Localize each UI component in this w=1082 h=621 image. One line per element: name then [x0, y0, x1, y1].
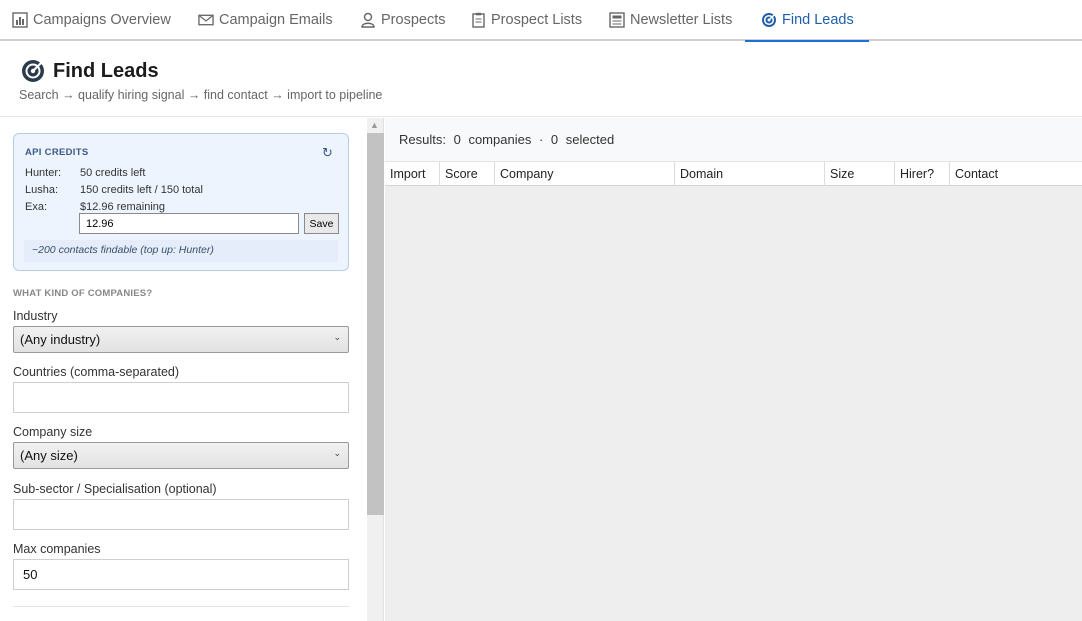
clipboard-icon [470, 12, 486, 28]
selected-count: 0 [550, 132, 559, 147]
section-heading: WHAT KIND OF COMPANIES? [13, 288, 153, 299]
refresh-icon[interactable]: ↻ [322, 145, 333, 161]
chevron-down-icon: ⌄ [333, 448, 341, 458]
tab-label: Find Leads [782, 12, 854, 28]
credits-title: API CREDITS [25, 147, 89, 158]
company-size-select[interactable]: (Any size) ⌄ [13, 442, 349, 469]
results-summary: Results: 0 companies · 0 selected [399, 132, 615, 147]
companies-count: 0 [453, 132, 461, 147]
envelope-icon [198, 12, 214, 28]
scroll-up-icon[interactable]: ▲ [370, 120, 379, 130]
subsector-label: Sub-sector / Specialisation (optional) [13, 482, 217, 496]
company-size-label: Company size [13, 425, 93, 439]
tab-label: Prospect Lists [491, 12, 583, 28]
column-header-domain[interactable]: Domain [675, 162, 825, 186]
tab-newsletter-lists[interactable]: Newsletter Lists [609, 0, 732, 40]
page-header: Find Leads Search → qualify hiring signa… [0, 42, 1082, 117]
bar-chart-icon [12, 12, 28, 28]
findable-note: ~200 contacts findable (top up: Hunter) [24, 240, 338, 262]
save-button[interactable]: Save [304, 213, 339, 234]
scroll-thumb[interactable] [367, 133, 384, 515]
column-header-hirer[interactable]: Hirer? [895, 162, 950, 186]
results-panel: Results: 0 companies · 0 selected Import… [385, 118, 1082, 621]
max-companies-label: Max companies [13, 542, 101, 556]
tab-label: Campaigns Overview [33, 12, 171, 28]
tab-bar: Campaigns Overview Campaign Emails Prosp… [0, 0, 1082, 42]
column-header-contact[interactable]: Contact [950, 162, 1082, 186]
countries-label: Countries (comma-separated) [13, 365, 180, 379]
tab-campaigns-overview[interactable]: Campaigns Overview [12, 0, 171, 40]
left-panel-scrollbar[interactable]: ▲ [367, 118, 384, 621]
page-subtitle: Search → qualify hiring signal → find co… [19, 88, 383, 102]
api-credits-card: API CREDITS ↻ Hunter: 50 credits left Lus… [13, 133, 349, 271]
industry-label: Industry [13, 309, 58, 323]
countries-input[interactable] [13, 382, 349, 413]
credit-row-hunter: Hunter: 50 credits left [25, 167, 146, 179]
tab-prospect-lists[interactable]: Prospect Lists [470, 0, 582, 40]
tab-label: Prospects [381, 12, 446, 28]
results-header: Results: 0 companies · 0 selected [385, 118, 1082, 162]
tab-prospects[interactable]: Prospects [360, 0, 445, 40]
max-companies-input[interactable] [13, 559, 349, 590]
exa-credit-input[interactable] [79, 213, 299, 234]
target-icon [21, 59, 45, 83]
tab-find-leads[interactable]: Find Leads [745, 0, 869, 42]
tab-campaign-emails[interactable]: Campaign Emails [198, 0, 333, 40]
column-header-size[interactable]: Size [825, 162, 895, 186]
divider [13, 606, 349, 607]
page-title: Find Leads [53, 60, 159, 82]
credit-row-exa: Exa: $12.96 remaining [25, 201, 166, 213]
tab-label: Newsletter Lists [630, 12, 733, 28]
target-icon [761, 12, 777, 28]
subsector-input[interactable] [13, 499, 349, 530]
person-icon [360, 12, 376, 28]
column-header-score[interactable]: Score [440, 162, 495, 186]
chevron-down-icon: ⌄ [333, 332, 341, 342]
credit-row-lusha: Lusha: 150 credits left / 150 total [25, 184, 203, 196]
column-header-import[interactable]: Import [385, 162, 440, 186]
results-table-header: Import Score Company Domain Size Hirer? … [385, 162, 1082, 186]
column-header-company[interactable]: Company [495, 162, 675, 186]
search-panel: API CREDITS ↻ Hunter: 50 credits left Lus… [0, 118, 367, 621]
tab-label: Campaign Emails [219, 12, 333, 28]
industry-select[interactable]: (Any industry) ⌄ [13, 326, 349, 353]
newspaper-icon [609, 12, 625, 28]
